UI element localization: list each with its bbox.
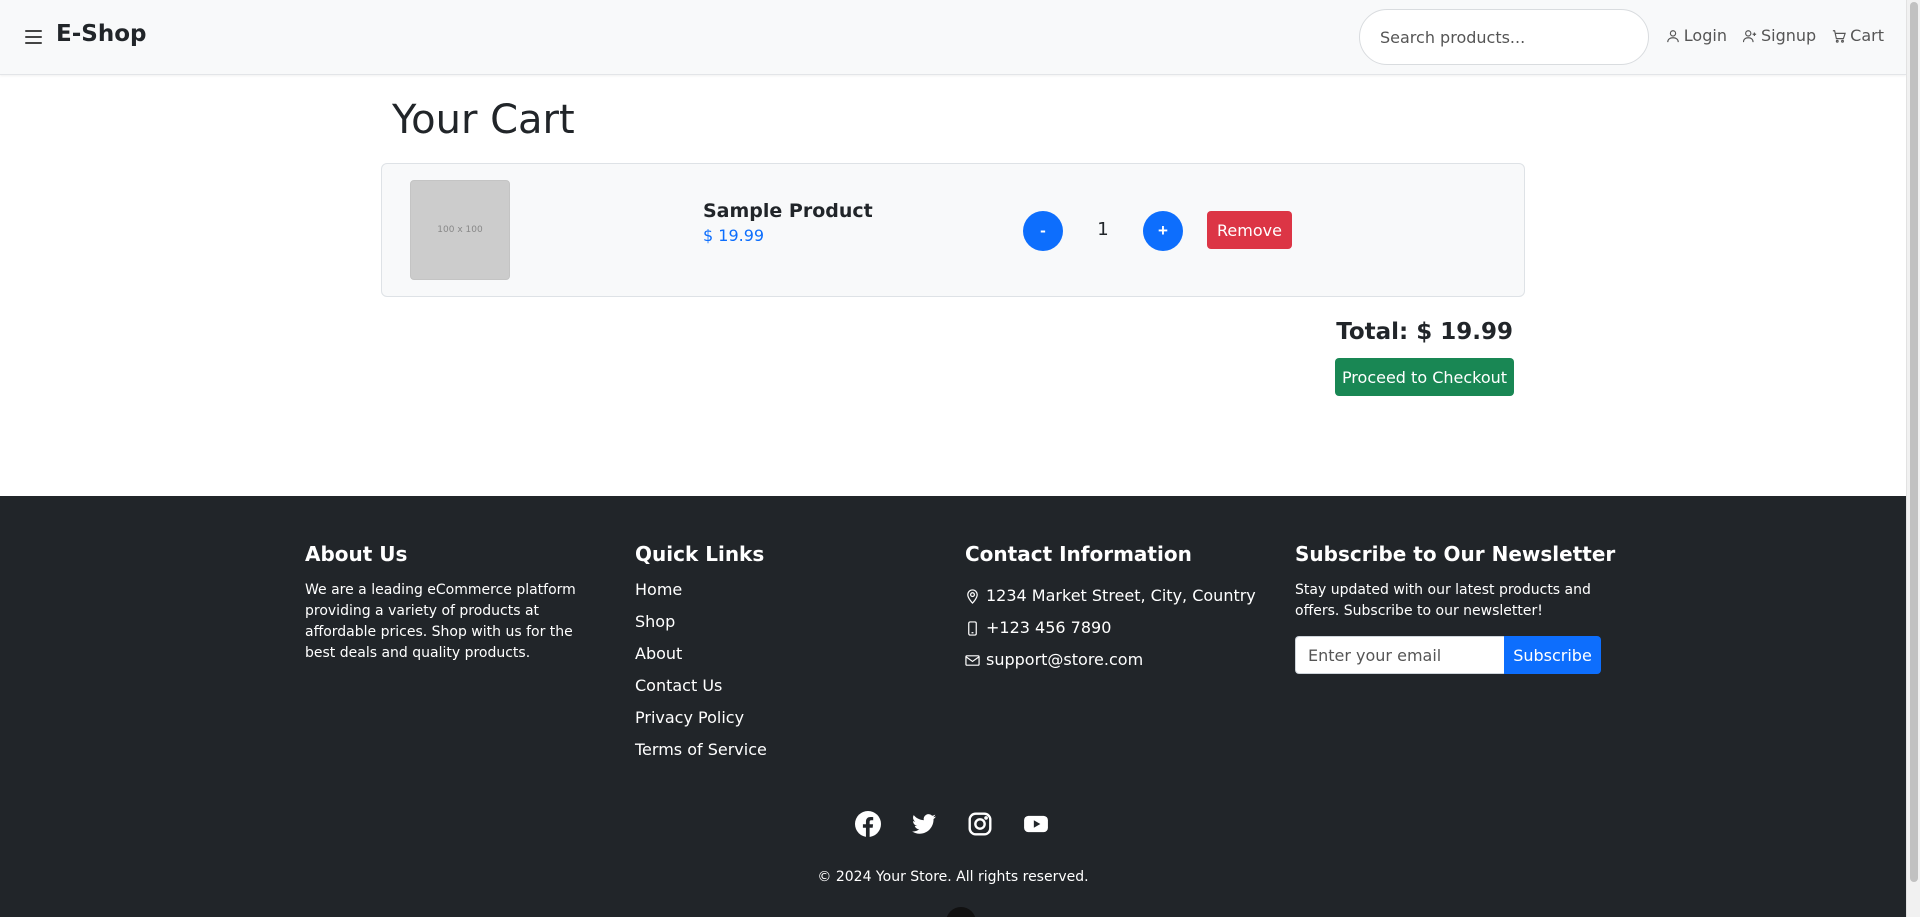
checkout-button[interactable]: Proceed to Checkout [1335, 358, 1514, 396]
footer-newsletter: Subscribe to Our Newsletter Stay updated… [1295, 542, 1615, 674]
footer-link-privacy[interactable]: Privacy Policy [635, 708, 767, 740]
person-icon [1666, 29, 1679, 42]
contact-address: 1234 Market Street, City, Country [965, 580, 1256, 612]
product-price: $ 19.99 [703, 226, 765, 245]
scrollbar-thumb[interactable] [1910, 2, 1918, 882]
footer-about: About Us We are a leading eCommerce plat… [305, 542, 605, 664]
social-links [855, 811, 1049, 837]
quantity-value: 1 [1097, 219, 1109, 240]
contact-email: support@store.com [965, 644, 1256, 676]
floating-button[interactable] [946, 907, 976, 917]
newsletter-email-input[interactable] [1295, 636, 1504, 674]
navbar: E-Shop Login Signup Cart [0, 0, 1906, 75]
newsletter-heading: Subscribe to Our Newsletter [1295, 542, 1616, 566]
location-pin-icon [967, 588, 978, 604]
footer-link-about[interactable]: About [635, 644, 767, 676]
facebook-icon[interactable] [855, 811, 881, 837]
footer-link-terms[interactable]: Terms of Service [635, 740, 767, 772]
cart-total: Total: $ 19.99 [1336, 319, 1513, 345]
login-label: Login [1683, 26, 1727, 45]
signup-link[interactable]: Signup [1742, 26, 1817, 45]
about-text: We are a leading eCommerce platform prov… [305, 582, 576, 661]
hamburger-menu-icon[interactable] [25, 30, 42, 44]
brand-logo[interactable]: E-Shop [56, 21, 146, 47]
copyright-text: © 2024 Your Store. All rights reserved. [817, 869, 1089, 885]
footer-contact: Contact Information 1234 Market Street, … [965, 542, 1256, 676]
footer: About Us We are a leading eCommerce plat… [0, 496, 1906, 917]
cart-label: Cart [1850, 26, 1884, 45]
about-heading: About Us [305, 542, 408, 566]
youtube-icon[interactable] [1023, 811, 1049, 837]
address-text: 1234 Market Street, City, Country [986, 586, 1256, 605]
nav-links: Login Signup Cart [1666, 26, 1884, 45]
phone-text: +123 456 7890 [986, 618, 1112, 637]
newsletter-text: Stay updated with our latest products an… [1295, 582, 1591, 619]
search-input[interactable] [1359, 9, 1649, 65]
newsletter-form: Subscribe [1295, 636, 1615, 674]
subscribe-button[interactable]: Subscribe [1504, 636, 1601, 674]
increase-quantity-button[interactable]: + [1143, 211, 1183, 251]
footer-link-shop[interactable]: Shop [635, 612, 767, 644]
envelope-icon [965, 654, 980, 666]
remove-button[interactable]: Remove [1207, 211, 1292, 249]
scrollbar[interactable] [1906, 0, 1920, 917]
signup-label: Signup [1760, 26, 1817, 45]
email-text: support@store.com [986, 650, 1144, 669]
footer-link-home[interactable]: Home [635, 580, 767, 612]
instagram-icon[interactable] [967, 811, 993, 837]
twitter-icon[interactable] [911, 811, 937, 837]
product-name: Sample Product [703, 200, 873, 222]
phone-icon [968, 620, 977, 636]
contact-heading: Contact Information [965, 542, 1192, 566]
page-title: Your Cart [392, 97, 575, 143]
cart-icon [1833, 29, 1847, 43]
decrease-quantity-button[interactable]: - [1023, 211, 1063, 251]
footer-link-contact[interactable]: Contact Us [635, 676, 767, 708]
login-link[interactable]: Login [1666, 26, 1727, 45]
contact-phone: +123 456 7890 [965, 612, 1256, 644]
person-add-icon [1742, 29, 1757, 42]
cart-link[interactable]: Cart [1832, 26, 1884, 45]
product-image: 100 x 100 [410, 180, 510, 280]
footer-quick-links: Quick Links Home Shop About Contact Us P… [635, 542, 767, 772]
cart-item: 100 x 100 Sample Product $ 19.99 - 1 + R… [381, 163, 1525, 297]
quick-links-heading: Quick Links [635, 542, 765, 566]
